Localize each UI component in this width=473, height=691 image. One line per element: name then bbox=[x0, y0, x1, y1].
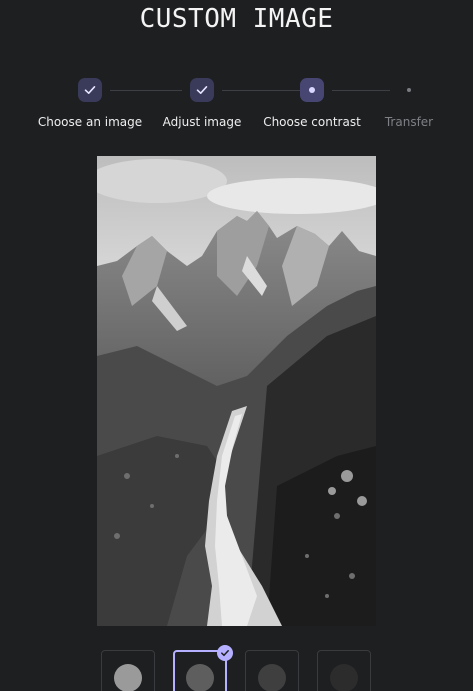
check-icon bbox=[221, 650, 229, 657]
progress-stepper: Choose an image Adjust image Choose cont… bbox=[0, 76, 473, 136]
step-2-check[interactable] bbox=[190, 78, 214, 102]
page-title: CUSTOM IMAGE bbox=[139, 4, 334, 34]
contrast-option-1[interactable] bbox=[101, 650, 155, 691]
step-label-adjust-image[interactable]: Adjust image bbox=[163, 115, 242, 129]
contrast-options bbox=[0, 645, 473, 691]
image-preview bbox=[97, 156, 376, 626]
custom-image-screen: CUSTOM IMAGE Choose an image Adjust imag… bbox=[0, 0, 473, 691]
step-connector bbox=[110, 90, 182, 91]
contrast-option-2[interactable] bbox=[173, 645, 233, 691]
contrast-swatch bbox=[114, 664, 142, 691]
step-3-current[interactable] bbox=[300, 78, 324, 102]
current-step-dot bbox=[309, 87, 315, 93]
check-icon bbox=[84, 86, 96, 94]
mountain-photo bbox=[97, 156, 376, 626]
step-connector bbox=[222, 90, 300, 91]
contrast-option-4[interactable] bbox=[317, 650, 371, 691]
check-icon bbox=[196, 86, 208, 94]
step-label-transfer: Transfer bbox=[384, 115, 434, 129]
contrast-swatch bbox=[258, 664, 286, 691]
step-1-check[interactable] bbox=[78, 78, 102, 102]
selected-check-badge bbox=[217, 645, 233, 661]
step-label-choose-contrast[interactable]: Choose contrast bbox=[263, 115, 361, 129]
contrast-swatch bbox=[186, 664, 214, 691]
step-connector bbox=[332, 90, 390, 91]
contrast-swatch bbox=[330, 664, 358, 691]
contrast-option-3[interactable] bbox=[245, 650, 299, 691]
step-label-choose-image[interactable]: Choose an image bbox=[38, 115, 142, 129]
step-4-pending-dot bbox=[407, 88, 411, 92]
